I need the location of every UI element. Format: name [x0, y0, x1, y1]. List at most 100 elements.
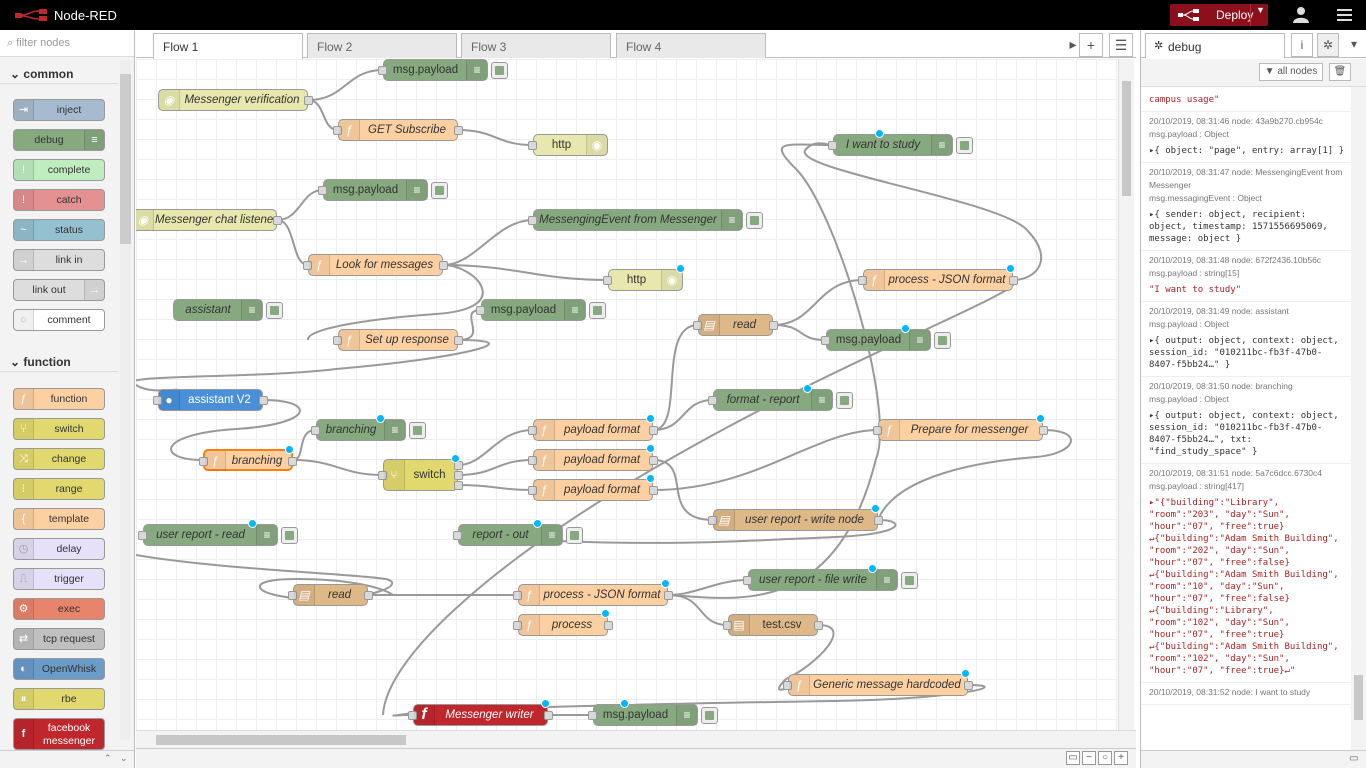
flow-node-http-response[interactable]: http ◉ [603, 264, 685, 291]
palette-node-link-in[interactable]: → link in [13, 249, 105, 271]
sidebar-menu-button[interactable]: ▾ [1343, 33, 1365, 57]
debug-toggle-button[interactable] [589, 302, 606, 319]
palette-node-link-out[interactable]: → link out [13, 279, 105, 301]
flow-node-test-csv[interactable]: ▤ test.csv [723, 614, 823, 636]
debug-message[interactable]: 20/10/2019, 08:31:47 node: MessengingEve… [1141, 163, 1351, 251]
flow-node-user-report-write[interactable]: ▤ user report - write node [708, 504, 883, 531]
flow-node-payload-format[interactable]: ƒ payload format [528, 444, 658, 471]
flow-node-msg-payload[interactable]: msg.payload ≡ [821, 324, 951, 351]
flow-node-payload-format[interactable]: ƒ payload format [528, 474, 658, 501]
expand-all-icon[interactable]: ⌄ [120, 753, 128, 764]
popout-icon[interactable]: ▭ [1349, 753, 1358, 764]
collapse-all-icon[interactable]: ⌃ [104, 753, 112, 764]
flow-node-i-want-to-study[interactable]: I want to study ≡ [828, 129, 973, 156]
debug-toggle-button[interactable] [836, 392, 853, 409]
zoom-out-button[interactable]: − [1082, 751, 1096, 765]
flow-node-assistant-debug[interactable]: assistant ≡ [173, 299, 283, 321]
palette-node-function[interactable]: ƒ function [13, 388, 105, 410]
debug-toggle-button[interactable] [746, 212, 763, 229]
flow-node-get-subscribe[interactable]: ƒ GET Subscribe [333, 119, 463, 141]
palette-node-exec[interactable]: ⚙ exec [13, 598, 105, 620]
flow-node-generic-message-hardcoded[interactable]: ƒ Generic message hardcoded [783, 669, 973, 696]
palette-category-function[interactable]: ⌄ function [0, 348, 118, 372]
palette-node-complete[interactable]: ! complete [13, 159, 105, 181]
zoom-in-button[interactable]: + [1114, 751, 1128, 765]
flow-node-process[interactable]: ƒ process [513, 609, 613, 636]
tab-flow-1[interactable]: Flow 1 [153, 33, 303, 59]
deploy-dropdown-icon[interactable]: ▼ [1256, 5, 1265, 15]
flow-node-branching[interactable]: ƒ branching [199, 445, 297, 471]
flow-node-messenger-writer[interactable]: f Messenger writer [408, 699, 553, 726]
flow-node-messenger-chat-listener[interactable]: ◉ Messenger chat listener [136, 209, 282, 231]
info-tab-button[interactable]: i [1291, 33, 1313, 57]
debug-toggle-button[interactable] [701, 707, 718, 724]
debug-toggle-button[interactable] [566, 527, 583, 544]
flow-node-user-report-read[interactable]: user report - read ≡ [138, 519, 298, 546]
palette-node-facebook-messenger[interactable]: f facebook messenger [13, 718, 105, 750]
palette-category-common[interactable]: ⌄ common [0, 60, 118, 84]
flow-node-msg-payload[interactable]: msg.payload ≡ [588, 699, 718, 726]
canvas-horizontal-scrollbar[interactable] [136, 730, 1136, 748]
palette-node-tcp-request[interactable]: ⇄ tcp request [13, 628, 105, 650]
deploy-button[interactable]: Deploy ▼ [1170, 4, 1268, 26]
tab-flow-4[interactable]: Flow 4 [616, 33, 766, 58]
add-flow-button[interactable]: + [1079, 33, 1103, 57]
flow-node-report-out[interactable]: report - out ≡ [453, 519, 583, 546]
filter-all-nodes-button[interactable]: ▼ all nodes [1259, 63, 1323, 81]
palette-node-range[interactable]: ⁝ range [13, 478, 105, 500]
flow-canvas[interactable]: msg.payload ≡ ◉ Messenger verification ƒ GE… [136, 59, 1118, 730]
debug-message[interactable]: 20/10/2019, 08:31:46 node: 43a9b270.cb95… [1141, 112, 1351, 163]
palette-node-change[interactable]: ⤨ change [13, 448, 105, 470]
palette-node-trigger[interactable]: ⎍ trigger [13, 568, 105, 590]
flow-node-msg-payload[interactable]: msg.payload ≡ [318, 179, 448, 201]
zoom-reset-button[interactable]: ○ [1098, 751, 1112, 765]
palette-search-input[interactable]: ⌕ filter nodes [0, 30, 134, 57]
canvas-vertical-scrollbar[interactable] [1118, 59, 1134, 730]
flow-node-switch[interactable]: ⑂ switch [378, 454, 463, 491]
main-menu-button[interactable] [1334, 5, 1356, 25]
flow-node-read-file[interactable]: ▤ read [693, 314, 778, 336]
flow-node-look-for-messages[interactable]: ƒ Look for messages [303, 254, 448, 276]
flow-node-prepare-for-messenger[interactable]: ƒ Prepare for messenger [873, 414, 1048, 441]
palette-node-openwhisk[interactable]: ◐ OpenWhisk [13, 658, 105, 680]
palette-node-debug[interactable]: ≡ debug [13, 129, 105, 151]
flow-node-branching-debug[interactable]: branching ≡ [311, 414, 426, 441]
palette-node-rbe[interactable]: ⏸ rbe [13, 688, 105, 710]
debug-toggle-button[interactable] [431, 182, 448, 199]
debug-toggle-button[interactable] [266, 302, 283, 319]
debug-tab-button[interactable]: ✲ [1317, 33, 1339, 57]
flow-node-process-json-format[interactable]: ƒ process - JSON format [858, 264, 1018, 291]
debug-toggle-button[interactable] [409, 422, 426, 439]
flow-node-messenger-verification[interactable]: ◉ Messenger verification [158, 89, 313, 111]
user-menu-button[interactable] [1290, 5, 1312, 25]
flow-node-user-report-file-write[interactable]: user report - file write ≡ [743, 564, 918, 591]
debug-message[interactable]: campus usage" [1141, 87, 1351, 112]
debug-message[interactable]: 20/10/2019, 08:31:48 node: 672f2436.10b5… [1141, 251, 1351, 302]
palette-node-catch[interactable]: ! catch [13, 189, 105, 211]
flow-node-messenging-event[interactable]: MessengingEvent from Messenger ≡ [528, 209, 763, 231]
palette-scrollbar[interactable] [120, 60, 131, 740]
palette-node-delay[interactable]: ◷ delay [13, 538, 105, 560]
palette-node-template[interactable]: {template [13, 508, 105, 530]
flow-node-read-file[interactable]: ▤ read [288, 584, 373, 606]
debug-message[interactable]: 20/10/2019, 08:31:52 node: I want to stu… [1141, 683, 1351, 705]
tab-debug[interactable]: ✲ debug [1145, 33, 1285, 59]
flow-node-set-up-response[interactable]: ƒ Set up response [333, 329, 463, 351]
palette-node-status[interactable]: ~ status [13, 219, 105, 241]
flow-node-msg-payload[interactable]: msg.payload ≡ [476, 299, 606, 321]
flow-node-process-json-format[interactable]: ƒ process - JSON format [513, 579, 673, 606]
flow-node-assistant-v2[interactable]: ● assistant V2 [153, 389, 268, 411]
debug-toggle-button[interactable] [934, 332, 951, 349]
tab-flow-2[interactable]: Flow 2 [307, 33, 457, 58]
navigator-icon[interactable]: ▭ [1066, 751, 1080, 765]
tab-flow-3[interactable]: Flow 3 [461, 33, 611, 58]
flow-list-button[interactable]: ☰ [1109, 33, 1133, 57]
palette-node-switch[interactable]: ⑂ switch [13, 418, 105, 440]
flow-node-payload-format[interactable]: ƒ payload format [528, 414, 658, 441]
debug-scrollbar[interactable] [1351, 87, 1366, 750]
flow-node-format-report[interactable]: format - report ≡ [708, 384, 853, 411]
debug-toggle-button[interactable] [901, 572, 918, 589]
debug-toggle-button[interactable] [956, 137, 973, 154]
clear-messages-button[interactable]: 🗑 [1329, 63, 1351, 81]
flow-node-http-response[interactable]: http ◉ [528, 134, 608, 156]
